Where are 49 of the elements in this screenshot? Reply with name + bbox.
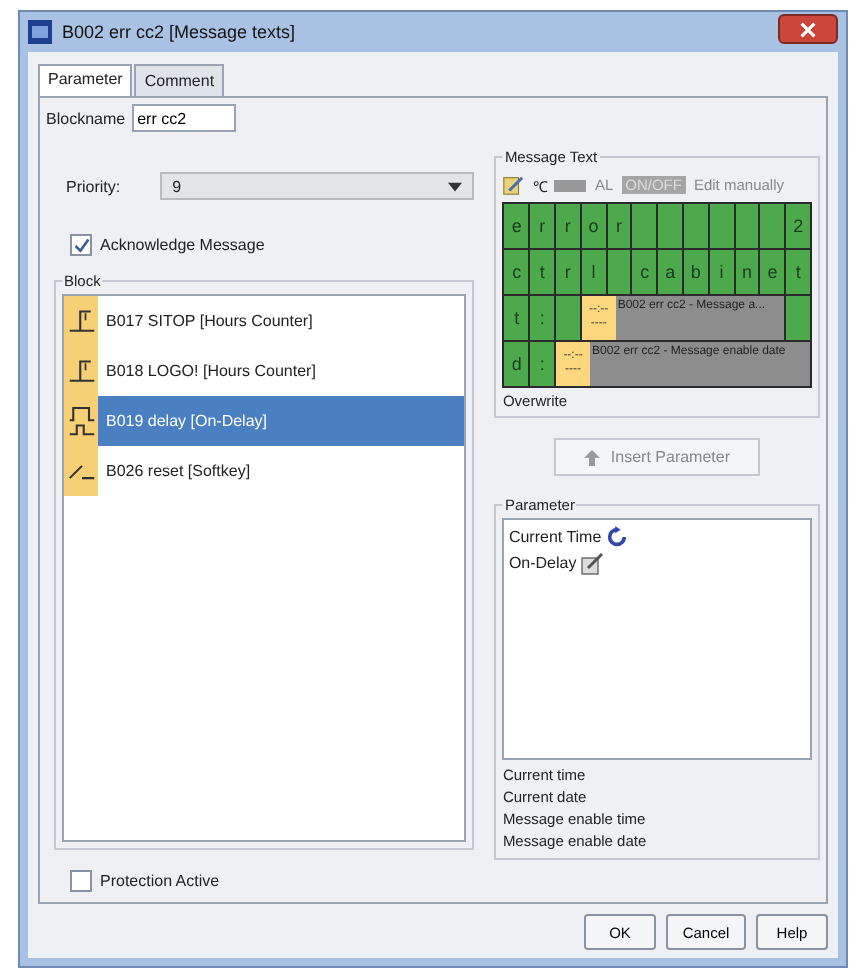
priority-label: Priority:: [66, 177, 121, 195]
character-cell[interactable]: e: [504, 204, 529, 248]
app-icon: [28, 20, 52, 44]
up-arrow-icon: [584, 449, 601, 465]
block-list-item[interactable]: B018 LOGO! [Hours Counter]: [64, 346, 465, 396]
character-cell[interactable]: n: [735, 250, 759, 294]
switch-icon: [67, 463, 95, 479]
note-pencil-icon[interactable]: [502, 174, 525, 196]
window-title: B002 err cc2 [Message texts]: [62, 22, 298, 42]
tab[interactable]: Parameter: [38, 64, 133, 96]
delay-pulse-icon: [67, 403, 95, 439]
blockname-label: Blockname: [46, 109, 126, 127]
character-cell[interactable]: t: [530, 250, 555, 294]
block-list-item[interactable]: B019 delay [On-Delay]: [64, 396, 465, 446]
character-cell[interactable]: r: [607, 204, 631, 248]
parameter-list-item[interactable]: On-Delay: [508, 550, 806, 576]
character-cell[interactable]: b: [684, 250, 708, 294]
character-cell[interactable]: r: [530, 204, 555, 248]
character-cell[interactable]: o: [581, 204, 606, 248]
close-icon: [800, 21, 816, 37]
character-cell[interactable]: e: [760, 250, 785, 294]
acknowledge-label: Acknowledge Message: [100, 236, 265, 254]
character-cell[interactable]: c: [504, 250, 529, 294]
protection-label: Protection Active: [100, 872, 220, 890]
character-cell[interactable]: :: [530, 296, 555, 340]
character-cell[interactable]: t: [786, 250, 810, 294]
character-cell[interactable]: c: [632, 250, 657, 294]
character-cell[interactable]: t: [504, 296, 529, 340]
parameter-list-item[interactable]: Current Time: [508, 524, 806, 550]
character-cell[interactable]: r: [556, 250, 580, 294]
character-cell[interactable]: :: [530, 342, 555, 386]
insert-parameter-button[interactable]: Insert Parameter: [554, 438, 760, 476]
character-cell[interactable]: a: [658, 250, 683, 294]
character-cell[interactable]: r: [556, 204, 580, 248]
blockname-field[interactable]: err cc2: [131, 104, 236, 132]
protection-checkbox[interactable]: [70, 870, 92, 892]
close-button[interactable]: [778, 14, 838, 44]
dropdown-caret-icon: [448, 181, 463, 191]
character-cell[interactable]: l: [581, 250, 606, 294]
block-list-item[interactable]: B017 SITOP [Hours Counter]: [64, 296, 465, 346]
refresh-icon: [605, 526, 628, 548]
character-cell[interactable]: i: [709, 250, 734, 294]
block-list-item[interactable]: B026 reset [Softkey]: [64, 446, 465, 496]
edit-icon: [580, 551, 605, 575]
character-cell[interactable]: 2: [786, 204, 810, 248]
acknowledge-checkbox[interactable]: [70, 234, 92, 256]
character-cell[interactable]: d: [504, 342, 529, 386]
priority-dropdown[interactable]: 9: [160, 172, 475, 200]
tab[interactable]: Comment: [134, 64, 225, 96]
